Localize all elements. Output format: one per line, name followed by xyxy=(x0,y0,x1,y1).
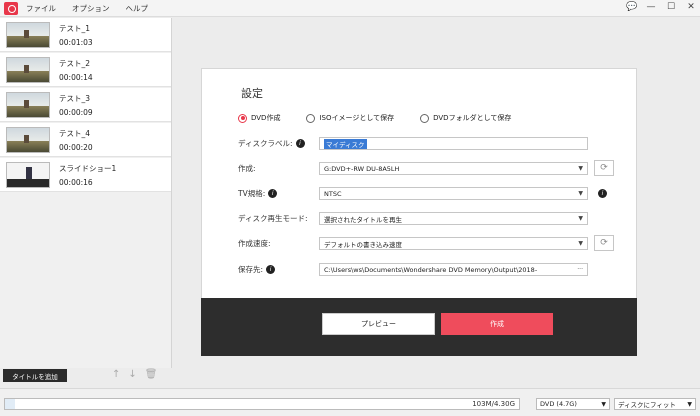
clip-name: テスト_3 xyxy=(59,93,91,103)
radio-iso-save[interactable]: ISOイメージとして保存 xyxy=(306,113,394,123)
disc-capacity-bar: 103M/4.30G xyxy=(4,398,520,410)
menu-file[interactable]: ファイル xyxy=(26,3,56,14)
disc-label-label: ディスクラベル: i xyxy=(238,138,305,149)
clip-duration: 00:00:16 xyxy=(59,177,93,187)
clip-item[interactable]: テスト_4 00:00:20 xyxy=(0,123,171,157)
preview-button[interactable]: プレビュー xyxy=(322,313,435,335)
disc-type-select[interactable]: DVD (4.7G) ▼ xyxy=(536,398,610,410)
clip-thumbnail xyxy=(6,56,50,83)
status-bar: 103M/4.30G DVD (4.7G) ▼ ディスクにフィット ▼ xyxy=(0,388,700,416)
clip-thumbnail xyxy=(6,126,50,153)
clip-item[interactable]: テスト_1 00:01:03 xyxy=(0,18,171,52)
capacity-text: 103M/4.30G xyxy=(472,400,515,408)
save-to-path[interactable]: C:\Users\ws\Documents\Wondershare DVD Me… xyxy=(319,263,588,276)
radio-folder-save[interactable]: DVDフォルダとして保存 xyxy=(420,113,511,123)
arrow-up-icon[interactable]: ↑ xyxy=(112,369,120,380)
panel-title: 設定 xyxy=(241,87,263,100)
trash-icon[interactable]: 🗑 xyxy=(145,369,158,380)
chevron-down-icon: ▼ xyxy=(578,165,583,172)
browse-more-icon[interactable]: ··· xyxy=(577,266,583,273)
burner-select[interactable]: G:DVD+-RW DU-8A5LH ▼ xyxy=(319,162,588,175)
info-icon[interactable]: i xyxy=(598,189,607,198)
feedback-icon[interactable]: 💬 xyxy=(626,2,637,12)
menu-options[interactable]: オプション xyxy=(72,3,110,14)
chevron-down-icon: ▼ xyxy=(578,215,583,222)
clip-duration: 00:01:03 xyxy=(59,37,93,47)
add-title-button[interactable]: タイトルを追加 xyxy=(3,369,67,382)
refresh-speed-button[interactable]: ⟳ xyxy=(594,235,614,251)
disc-label-row: ディスクラベル: i xyxy=(238,137,305,150)
chevron-down-icon: ▼ xyxy=(687,400,692,408)
disc-label-input[interactable]: マイディスク xyxy=(319,137,588,150)
info-icon[interactable]: i xyxy=(266,265,276,274)
menu-help[interactable]: ヘルプ xyxy=(126,3,149,14)
radio-dvd-create[interactable]: DVD作成 xyxy=(238,113,280,123)
arrow-down-icon[interactable]: ↓ xyxy=(128,369,136,380)
burn-speed-label: 作成速度: xyxy=(238,239,271,248)
clip-item[interactable]: テスト_2 00:00:14 xyxy=(0,53,171,87)
minimize-icon[interactable]: — xyxy=(646,2,656,12)
main-area: 設定 DVD作成 ISOイメージとして保存 DVDフォルダとして保存 ディスクラ… xyxy=(173,18,700,388)
capacity-fill xyxy=(5,399,16,409)
burn-speed-row: 作成速度: xyxy=(238,237,271,250)
menu-bar: ファイル オプション ヘルプ 💬 — ☐ ✕ xyxy=(0,0,700,17)
settings-panel: 設定 DVD作成 ISOイメージとして保存 DVDフォルダとして保存 ディスクラ… xyxy=(201,68,637,316)
clip-name: テスト_4 xyxy=(59,128,91,138)
clip-duration: 00:00:20 xyxy=(59,142,93,152)
tv-standard-select[interactable]: NTSC ▼ xyxy=(319,187,588,200)
clip-duration: 00:00:09 xyxy=(59,107,93,117)
app-logo-icon xyxy=(4,1,18,15)
chevron-down-icon: ▼ xyxy=(578,190,583,197)
clip-item[interactable]: スライドショー1 00:00:16 xyxy=(0,158,171,192)
tv-standard-row: TV規格: i xyxy=(238,187,278,200)
close-icon[interactable]: ✕ xyxy=(686,2,696,12)
burn-speed-select[interactable]: デフォルトの書き込み速度 ▼ xyxy=(319,237,588,250)
fit-mode-select[interactable]: ディスクにフィット ▼ xyxy=(614,398,696,410)
burner-row: 作成: xyxy=(238,162,256,175)
window-controls: 💬 — ☐ ✕ xyxy=(626,2,696,12)
info-icon[interactable]: i xyxy=(295,139,305,148)
output-type-radios: DVD作成 ISOイメージとして保存 DVDフォルダとして保存 xyxy=(238,113,537,123)
tv-standard-label: TV規格: i xyxy=(238,188,278,199)
maximize-icon[interactable]: ☐ xyxy=(666,2,676,12)
action-bar: プレビュー 作成 xyxy=(201,298,637,356)
clip-name: テスト_2 xyxy=(59,58,91,68)
chevron-down-icon: ▼ xyxy=(601,400,606,408)
clip-item[interactable]: テスト_3 00:00:09 xyxy=(0,88,171,122)
clip-thumbnail xyxy=(6,21,50,48)
chevron-down-icon: ▼ xyxy=(578,240,583,247)
clip-name: スライドショー1 xyxy=(59,163,117,173)
save-to-row: 保存先: i xyxy=(238,263,276,276)
playback-mode-row: ディスク再生モード: xyxy=(238,212,308,225)
clip-duration: 00:00:14 xyxy=(59,72,93,82)
save-to-label: 保存先: i xyxy=(238,264,276,275)
playback-mode-select[interactable]: 選択されたタイトルを再生 ▼ xyxy=(319,212,588,225)
clip-tools: ↑ ↓ 🗑 xyxy=(112,369,157,380)
clip-thumbnail xyxy=(6,91,50,118)
clip-list-sidebar: テスト_1 00:01:03 テスト_2 00:00:14 テスト_3 00:00:0… xyxy=(0,18,172,368)
playback-mode-label: ディスク再生モード: xyxy=(238,214,308,223)
info-icon[interactable]: i xyxy=(268,189,278,198)
refresh-burner-button[interactable]: ⟳ xyxy=(594,160,614,176)
clip-name: テスト_1 xyxy=(59,23,91,33)
burner-label: 作成: xyxy=(238,164,256,173)
create-button[interactable]: 作成 xyxy=(441,313,553,335)
clip-thumbnail xyxy=(6,161,50,188)
